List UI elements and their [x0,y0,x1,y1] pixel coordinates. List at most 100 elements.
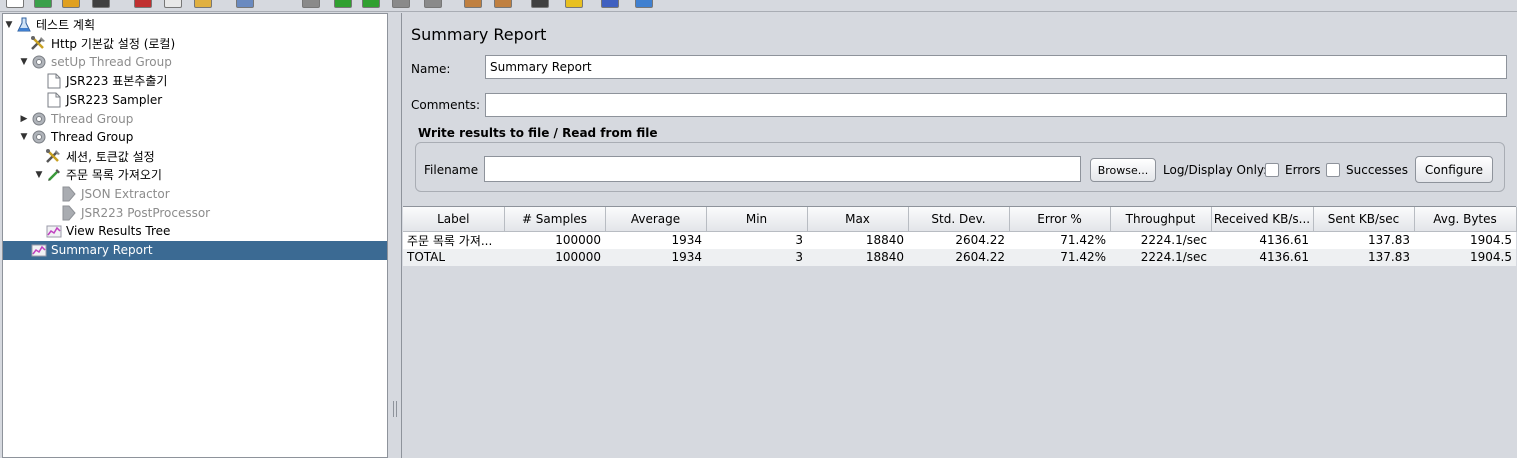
page-title: Summary Report [411,25,547,44]
name-input[interactable]: Summary Report [485,55,1507,79]
column-header[interactable]: Throughput [1110,207,1212,232]
tree-item[interactable]: Summary Report [3,240,387,260]
tree-item-label: 테스트 계획 [36,18,96,32]
tree-item[interactable]: ▶ Thread Group [3,109,387,128]
function-helper-icon[interactable] [601,0,619,8]
tree-item[interactable]: Http 기본값 설정 (로컬) [3,34,387,53]
table-cell: 2604.22 [908,248,1009,266]
tree-item-label: JSR223 표본추출기 [66,74,168,89]
config-element-icon [30,35,48,51]
table-cell: 1904.5 [1414,231,1516,249]
errors-label: Errors [1285,163,1321,177]
tree-item[interactable]: ▼ 주문 목록 가져오기 [3,165,387,184]
log-display-label: Log/Display Only: [1163,163,1268,177]
clear-all-icon[interactable] [494,0,512,8]
column-header[interactable]: # Samples [504,207,606,232]
collapse-toggle-icon[interactable]: ▼ [3,20,15,30]
reset-search-icon[interactable] [565,0,583,8]
tree-item[interactable]: JSR223 PostProcessor [3,203,387,222]
table-cell: 4136.61 [1211,248,1313,266]
shutdown-icon[interactable] [424,0,442,8]
sampler-icon [45,73,63,89]
errors-checkbox[interactable] [1265,163,1279,177]
tree-item[interactable]: View Results Tree [3,222,387,241]
new-icon[interactable] [6,0,24,8]
column-header[interactable]: Received KB/s... [1211,207,1314,232]
post-processor-icon [60,205,78,221]
table-cell: 3 [706,231,807,249]
table-cell: 4136.61 [1211,231,1313,249]
column-header[interactable]: Max [807,207,909,232]
table-cell: 2604.22 [908,231,1009,249]
start-no-pause-icon[interactable] [362,0,380,8]
table-cell: 3 [706,248,807,266]
splitter-grip[interactable] [393,401,397,417]
tree-item[interactable]: ▼ Thread Group [3,128,387,147]
tree-item-label: Http 기본값 설정 (로컬) [51,36,176,51]
filename-label: Filename [424,163,479,177]
collapse-toggle-icon[interactable]: ▼ [18,132,30,142]
test-plan-tree[interactable]: ▼ 테스트 계획 Http 기본값 설정 (로컬) ▼ setUp Thread Gro… [2,13,388,458]
search-icon[interactable] [531,0,549,8]
stop-icon[interactable] [392,0,410,8]
tree-item[interactable]: ▼ 테스트 계획 [3,15,387,34]
results-table: Label # Samples Average Min Max Std. Dev. Erro… [403,206,1517,458]
cut-icon[interactable] [134,0,152,8]
table-cell: 137.83 [1313,231,1414,249]
thread-group-icon [30,129,48,145]
open-icon[interactable] [62,0,80,8]
tree-item-label: JSR223 PostProcessor [81,205,211,220]
toggle-icon[interactable] [302,0,320,8]
column-header[interactable]: Sent KB/sec [1313,207,1415,232]
file-group-title: Write results to file / Read from file [418,126,658,140]
paste-icon[interactable] [194,0,212,8]
tree-item[interactable]: JSON Extractor [3,184,387,203]
clear-icon[interactable] [464,0,482,8]
table-row[interactable]: TOTAL 100000 1934 3 18840 2604.22 71.42% 2224.1… [403,248,1516,266]
tree-item[interactable]: JSR223 Sampler [3,90,387,109]
test-plan-icon [15,17,33,33]
splitter[interactable] [389,13,401,458]
sampler-icon [45,92,63,108]
summary-report-panel: Summary Report Name: Summary Report Comm… [401,13,1517,458]
tree-item[interactable]: 세션, 토큰값 설정 [3,147,387,166]
table-cell: 18840 [807,248,908,266]
column-header[interactable]: Error % [1009,207,1111,232]
start-icon[interactable] [334,0,352,8]
help-icon[interactable] [635,0,653,8]
table-cell: 1934 [605,231,706,249]
expand-icon[interactable] [236,0,254,8]
tree-item[interactable]: ▼ setUp Thread Group [3,53,387,72]
table-cell: 100000 [504,231,605,249]
copy-icon[interactable] [164,0,182,8]
configure-button[interactable]: Configure [1415,156,1493,183]
table-cell: 18840 [807,231,908,249]
table-cell: 1904.5 [1414,248,1516,266]
table-row[interactable]: 주문 목록 가져... 100000 1934 3 18840 2604.22 71.42%… [403,231,1516,249]
expand-toggle-icon[interactable]: ▶ [18,114,30,124]
successes-label: Successes [1346,163,1408,177]
templates-icon[interactable] [34,0,52,8]
toolbar [0,0,1517,12]
table-cell: 2224.1/sec [1110,248,1211,266]
column-header[interactable]: Average [605,207,707,232]
column-header[interactable]: Avg. Bytes [1414,207,1517,232]
collapse-toggle-icon[interactable]: ▼ [18,57,30,67]
table-header-row: Label # Samples Average Min Max Std. Dev. Erro… [403,207,1517,232]
tree-item-label: View Results Tree [66,224,171,239]
save-icon[interactable] [92,0,110,8]
browse-button[interactable]: Browse... [1090,158,1156,182]
http-sampler-icon [45,167,63,183]
tree-item-label: Thread Group [51,130,134,145]
tree-item-label: JSON Extractor [81,186,170,201]
column-header[interactable]: Std. Dev. [908,207,1010,232]
filename-input[interactable] [484,156,1081,182]
tree-item[interactable]: JSR223 표본추출기 [3,71,387,90]
successes-checkbox[interactable] [1326,163,1340,177]
column-header[interactable]: Label [403,207,505,232]
collapse-toggle-icon[interactable]: ▼ [33,170,45,180]
table-cell: 71.42% [1009,231,1110,249]
table-cell: 100000 [504,248,605,266]
column-header[interactable]: Min [706,207,808,232]
comments-input[interactable] [485,93,1507,117]
